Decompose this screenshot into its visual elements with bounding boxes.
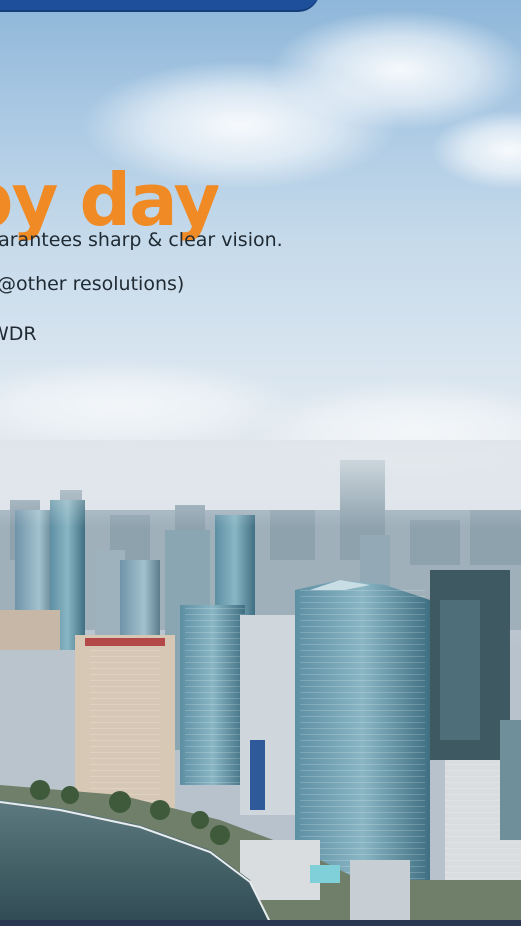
feature-line-text: guarantees sharp & clear vision. [0,229,283,251]
city-skyline-image [0,440,521,926]
feature-line-text: @other resolutions) [0,273,185,295]
hero-banner: by day guarantees sharp & clear vision. … [0,0,521,926]
bottom-strip [0,920,521,926]
top-ribbon [0,0,320,12]
feature-line-2: @other resolutions) [0,273,521,295]
feature-line-text: WDR [0,323,37,345]
feature-line-1: guarantees sharp & clear vision. [0,229,521,251]
feature-line-3: WDR [0,323,521,345]
